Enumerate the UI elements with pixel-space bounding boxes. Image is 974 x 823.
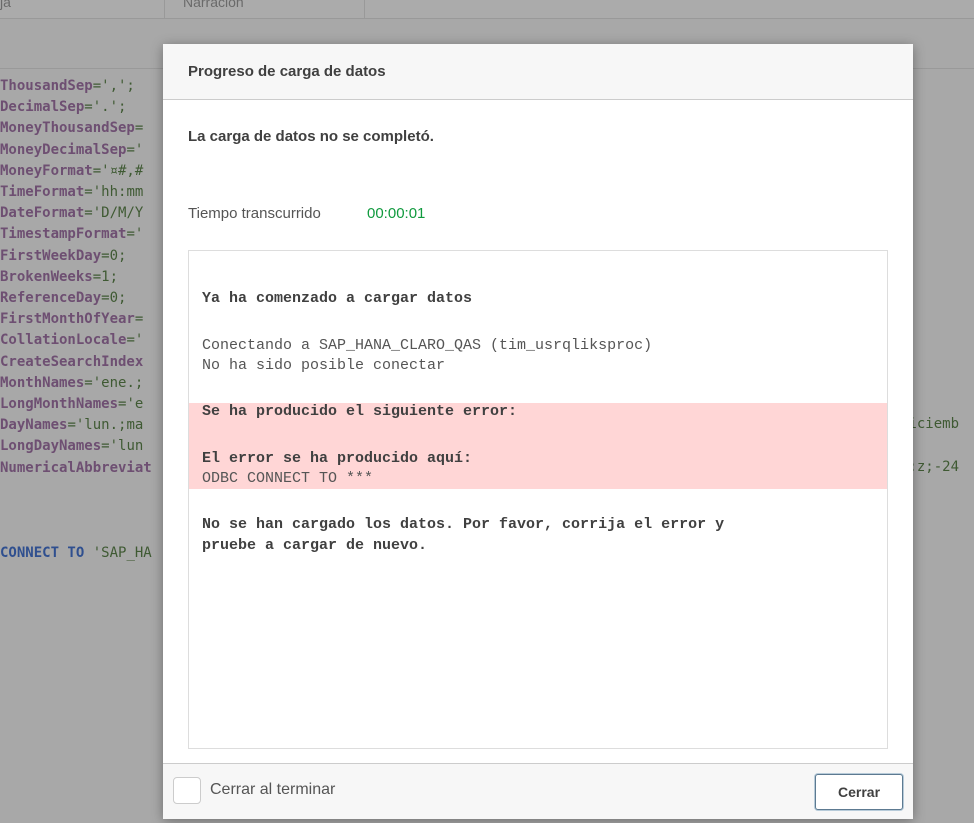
log-line: pruebe a cargar de nuevo. [202, 537, 428, 554]
code-keyword: MoneyFormat [0, 162, 93, 179]
code-keyword: CollationLocale [0, 332, 127, 349]
code-line: MoneyFormat='¤#,# [0, 161, 152, 182]
code-keyword: MonthNames [0, 374, 85, 391]
code-keyword: DayNames [0, 417, 68, 434]
code-keyword: FirstMonthOfYear [0, 311, 135, 328]
error-statement: ODBC CONNECT TO *** [202, 470, 374, 487]
code-line: BrokenWeeks=1; [0, 267, 152, 288]
code-keyword: BrokenWeeks [0, 268, 93, 285]
code-line: DayNames='lun.;ma [0, 415, 152, 436]
code-line: ThousandSep=','; [0, 76, 152, 97]
error-location: El error se ha producido aquí: [202, 450, 473, 467]
code-keyword: CreateSearchIndex [0, 353, 144, 370]
code-keyword: DecimalSep [0, 99, 85, 116]
code-value: =' [126, 332, 144, 349]
code-value: =0; [101, 247, 127, 264]
dialog-footer: Cerrar al terminar Cerrar [163, 763, 913, 819]
code-keyword: MoneyDecimalSep [0, 141, 127, 158]
code-keyword: NumericalAbbreviat [0, 459, 152, 476]
code-line: DateFormat='D/M/Y [0, 203, 152, 224]
code-keyword: DateFormat [0, 205, 85, 222]
code-value: =','; [92, 78, 135, 94]
log-line: Conectando a SAP_HANA_CLARO_QAS (tim_usr… [202, 337, 653, 354]
code-value: =' [126, 141, 144, 158]
code-value: ='hh:mm [84, 184, 144, 201]
code-value: ='e [118, 396, 144, 413]
code-value: ='.'; [84, 99, 127, 116]
code-line: FirstMonthOfYear= [0, 309, 152, 330]
code-line: ReferenceDay=0; [0, 288, 152, 309]
code-line: MoneyThousandSep= [0, 118, 152, 139]
connect-line: CONNECT TO 'SAP_HA [0, 543, 152, 564]
code-value: =' [126, 226, 144, 243]
code-line: CreateSearchIndex [0, 352, 152, 373]
code-value: = [134, 120, 144, 137]
background-tab[interactable]: ja [0, 0, 165, 19]
close-on-finish-label[interactable]: Cerrar al terminar [210, 781, 335, 799]
background-tab-bar: ja Narración [0, 0, 974, 19]
code-value: =1; [92, 268, 119, 285]
code-value: =0; [101, 290, 127, 307]
code-value: ='lun.;ma [67, 417, 144, 434]
data-load-progress-dialog: Progreso de carga de datos La carga de d… [163, 44, 913, 819]
load-status: La carga de datos no se completó. [188, 128, 434, 145]
close-button[interactable]: Cerrar [815, 774, 903, 810]
script-editor: ThousandSep=','; DecimalSep='.'; MoneyThou… [0, 76, 152, 479]
code-line: MonthNames='ene.; [0, 373, 152, 394]
connect-value: 'SAP_HA [92, 545, 152, 561]
load-log: Ya ha comenzado a cargar datos Conectand… [188, 250, 888, 749]
code-value: ='¤#,# [92, 162, 144, 179]
background-tab-narration[interactable]: Narración [165, 0, 365, 19]
code-keyword: ThousandSep [0, 78, 93, 94]
code-keyword: ReferenceDay [0, 290, 102, 307]
code-line: DecimalSep='.'; [0, 97, 152, 118]
code-keyword: TimestampFormat [0, 226, 127, 243]
code-value: = [134, 311, 144, 328]
code-value: ='ene.; [84, 374, 144, 391]
code-line: LongMonthNames='e [0, 394, 152, 415]
code-line: LongDayNames='lun [0, 436, 152, 457]
code-keyword: TimeFormat [0, 184, 85, 201]
code-line: NumericalAbbreviat [0, 458, 152, 479]
code-value: ='lun [101, 438, 144, 455]
code-keyword: MoneyThousandSep [0, 120, 135, 137]
code-line: CollationLocale=' [0, 330, 152, 351]
log-line: Ya ha comenzado a cargar datos [202, 290, 473, 307]
elapsed-label: Tiempo transcurrido [188, 205, 321, 222]
dialog-title: Progreso de carga de datos [163, 44, 913, 100]
code-keyword: LongMonthNames [0, 396, 119, 413]
log-line: No se han cargado los datos. Por favor, … [202, 516, 725, 533]
close-on-finish-checkbox[interactable] [173, 777, 201, 804]
error-title: Se ha producido el siguiente error: [202, 403, 518, 420]
connect-keyword: CONNECT TO [0, 545, 85, 561]
code-keyword: LongDayNames [0, 438, 102, 455]
code-value: ='D/M/Y [84, 205, 144, 222]
elapsed-value: 00:00:01 [367, 205, 426, 222]
code-line: TimeFormat='hh:mm [0, 182, 152, 203]
log-line: No ha sido posible conectar [202, 357, 446, 374]
code-line: MoneyDecimalSep=' [0, 140, 152, 161]
code-line: TimestampFormat=' [0, 224, 152, 245]
code-line: FirstWeekDay=0; [0, 246, 152, 267]
code-keyword: FirstWeekDay [0, 247, 102, 264]
